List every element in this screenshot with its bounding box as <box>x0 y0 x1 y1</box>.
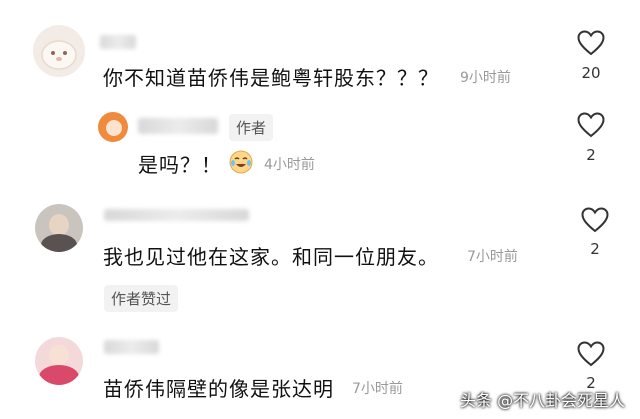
comment-time: 7小时前 <box>352 381 403 397</box>
author-name[interactable] <box>138 118 218 134</box>
comment-time: 9小时前 <box>460 70 511 86</box>
username[interactable] <box>104 340 159 354</box>
avatar[interactable] <box>35 337 83 385</box>
heart-outline-icon[interactable] <box>577 112 605 138</box>
comment-text: 我也见过他在这家。和同一位朋友。 <box>103 245 439 269</box>
like-count: 2 <box>590 240 600 258</box>
comment-text: 苗侨伟隔壁的像是张达明 <box>103 377 334 401</box>
reply-time: 4小时前 <box>264 157 315 173</box>
watermark: 头条 @不八卦会死星人 <box>460 391 626 410</box>
author-liked-badge: 作者赞过 <box>104 285 179 312</box>
author-tag: 作者 <box>229 114 274 141</box>
avatar[interactable] <box>35 204 83 252</box>
reply-text: 是吗？！ <box>138 153 222 177</box>
avatar[interactable] <box>33 25 85 77</box>
username[interactable] <box>100 35 136 49</box>
like-count: 20 <box>581 64 601 82</box>
like-count: 2 <box>586 146 596 164</box>
comment-time: 7小时前 <box>467 249 518 265</box>
comment-text: 你不知道苗侨伟是鲍粤轩股东？？？ <box>103 66 439 90</box>
username[interactable] <box>104 209 249 221</box>
heart-outline-icon[interactable] <box>577 30 605 56</box>
crying-laughing-emoji-icon <box>229 150 253 174</box>
heart-outline-icon[interactable] <box>581 207 609 233</box>
avatar[interactable] <box>98 112 128 142</box>
heart-outline-icon[interactable] <box>577 341 605 367</box>
